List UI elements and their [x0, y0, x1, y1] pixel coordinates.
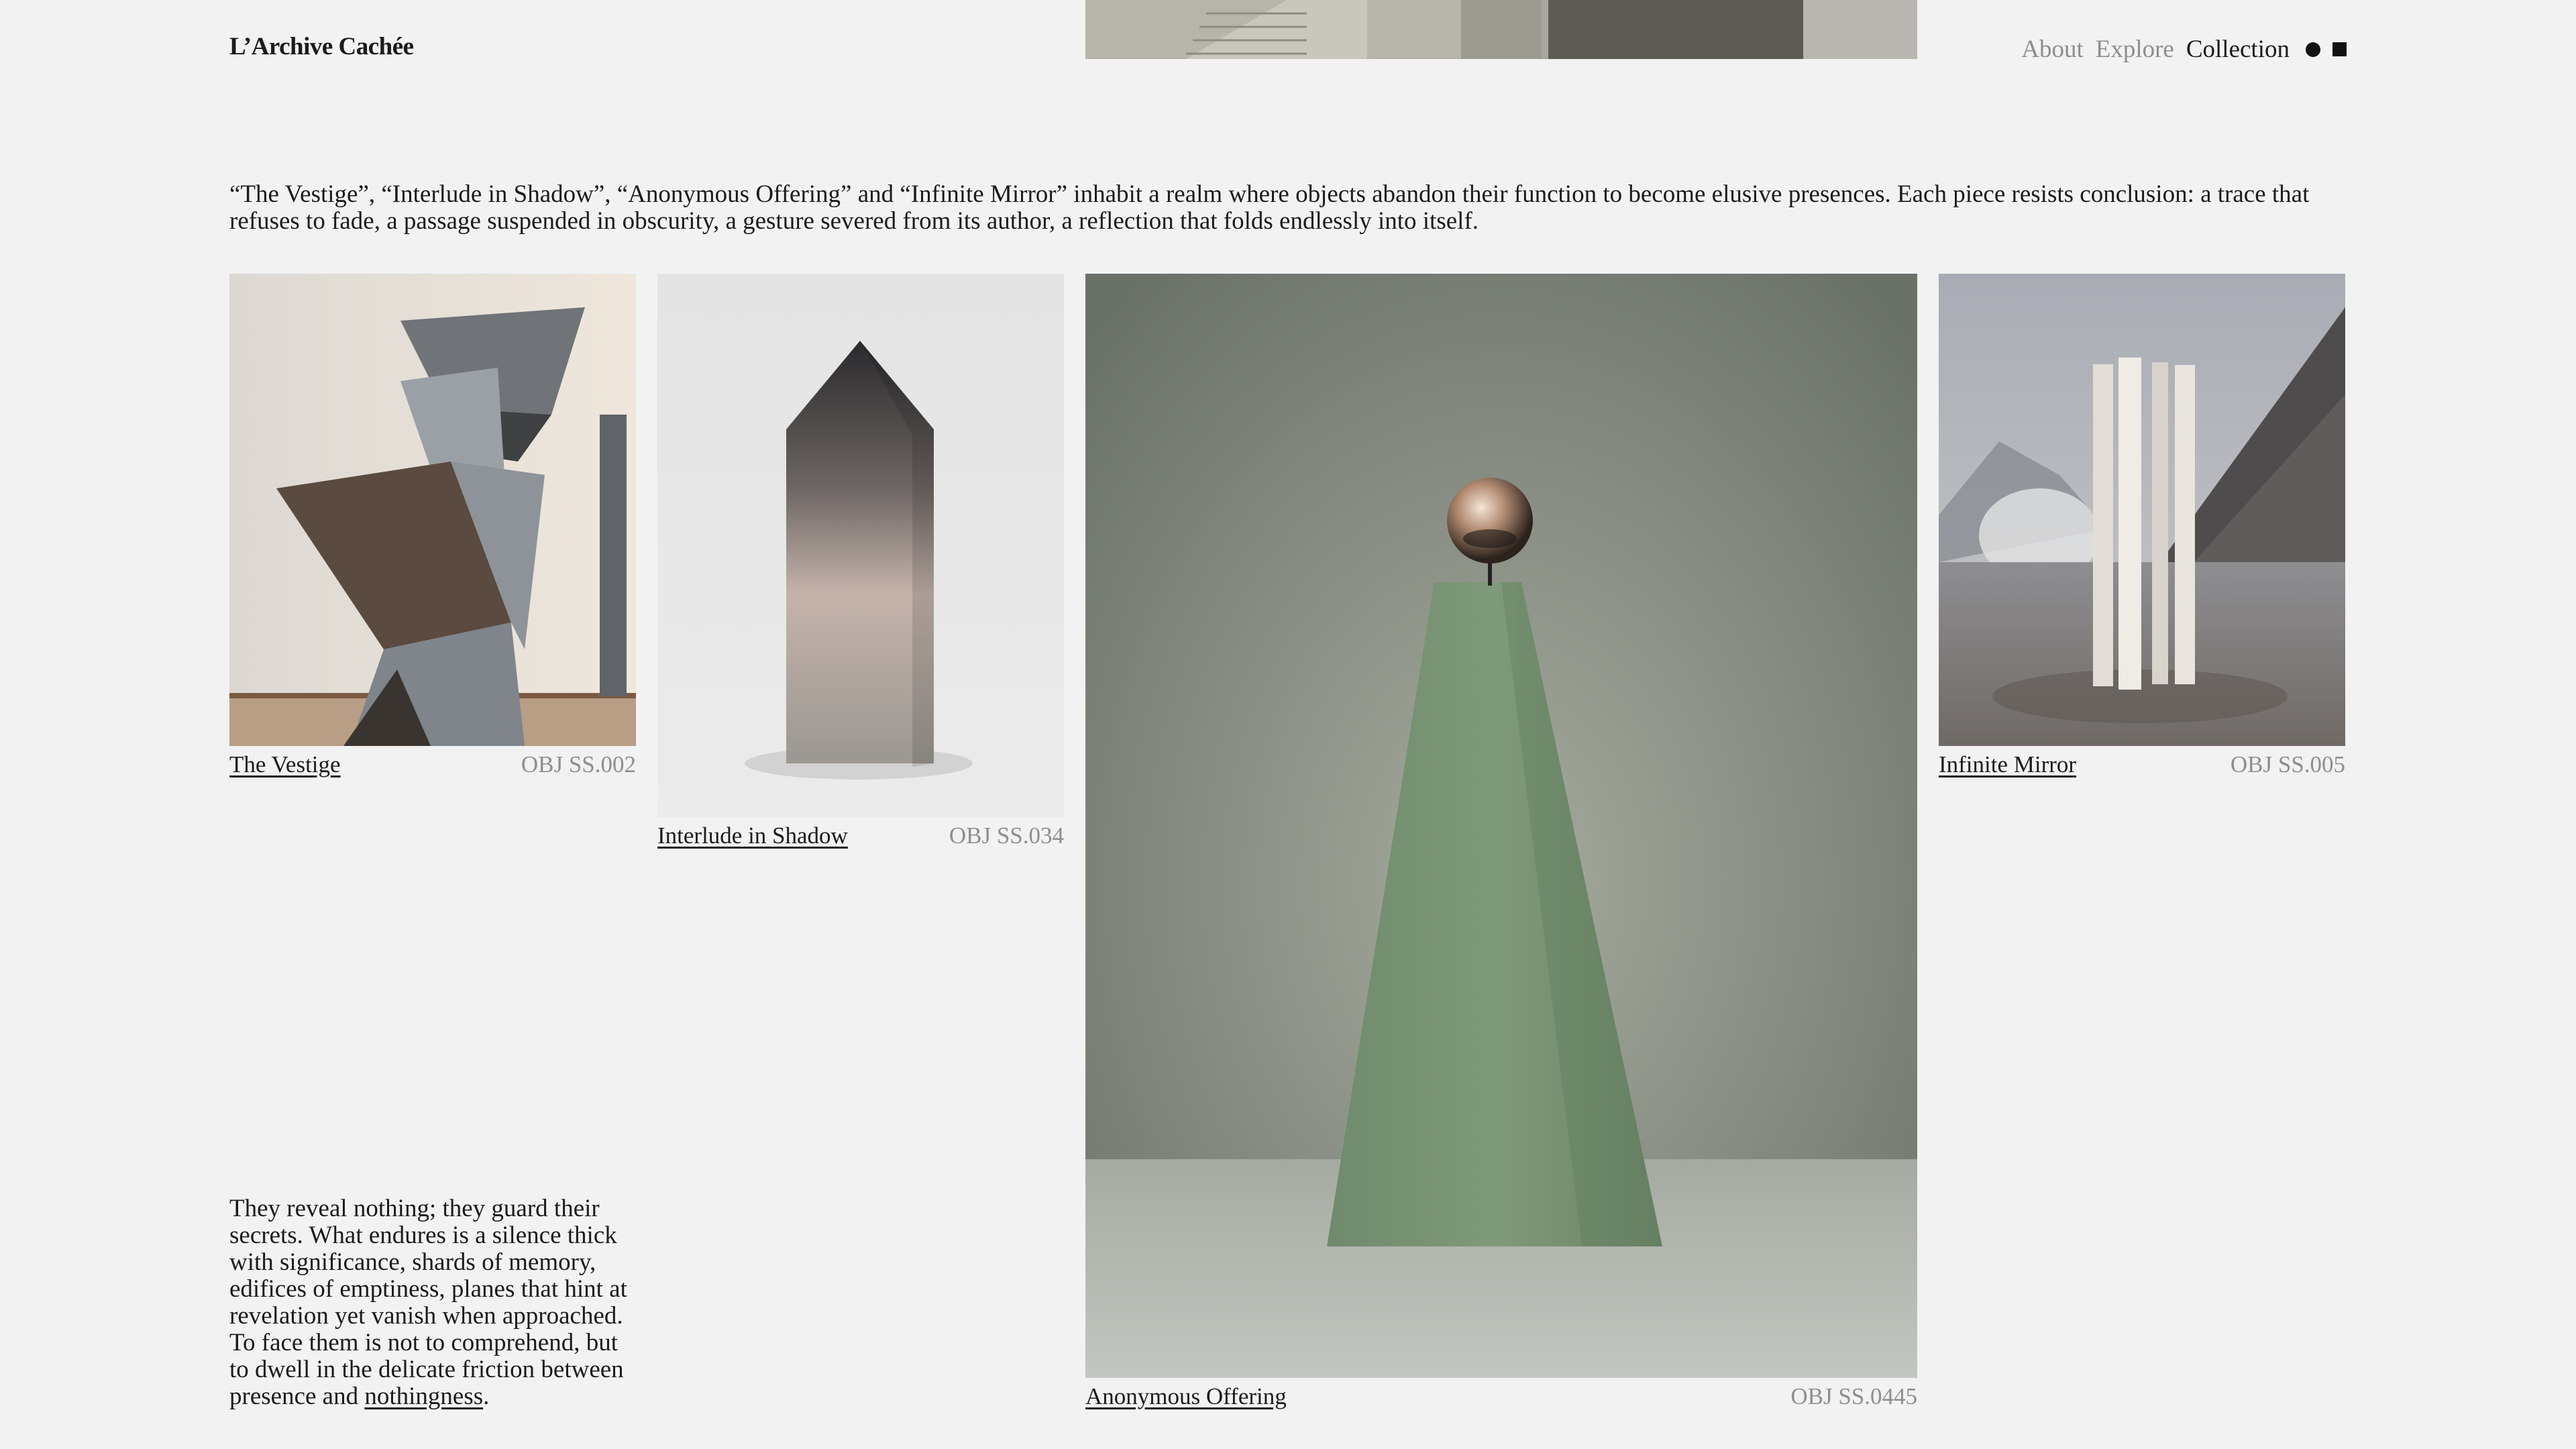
site-logo[interactable]: L’Archive Cachée: [229, 32, 414, 61]
main-nav: About Explore Collection: [2021, 35, 2347, 64]
nav-about-link[interactable]: About: [2021, 35, 2084, 64]
interlude-caption: Interlude in Shadow OBJ SS.034: [657, 822, 1064, 849]
vestige-code: OBJ SS.002: [521, 751, 636, 777]
mirror-caption: Infinite Mirror OBJ SS.005: [1939, 751, 2345, 778]
interlude-title-link[interactable]: Interlude in Shadow: [657, 822, 848, 849]
mirror-code: OBJ SS.005: [2230, 751, 2345, 777]
interlude-code: OBJ SS.034: [949, 822, 1064, 849]
outro-end: .: [483, 1383, 490, 1410]
nothingness-link[interactable]: nothingness: [364, 1383, 483, 1410]
offering-image[interactable]: [1085, 274, 1917, 1378]
outro-paragraph: They reveal nothing; they guard their se…: [229, 1195, 639, 1410]
vestige-title-link[interactable]: The Vestige: [229, 751, 341, 778]
square-view-icon[interactable]: [2332, 42, 2347, 56]
mirror-title-link[interactable]: Infinite Mirror: [1939, 751, 2076, 778]
top-banner-image[interactable]: [1085, 0, 1917, 59]
nav-explore-link[interactable]: Explore: [2096, 35, 2174, 64]
circle-view-icon[interactable]: [2306, 42, 2320, 57]
nav-collection-link[interactable]: Collection: [2186, 35, 2290, 64]
intro-paragraph: “The Vestige”, “Interlude in Shadow”, “A…: [229, 180, 2310, 235]
mirror-image[interactable]: [1939, 274, 2345, 746]
offering-code: OBJ SS.0445: [1790, 1383, 1917, 1409]
offering-caption: Anonymous Offering OBJ SS.0445: [1085, 1383, 1917, 1410]
vestige-image[interactable]: [229, 274, 636, 746]
offering-title-link[interactable]: Anonymous Offering: [1085, 1383, 1287, 1410]
vestige-caption: The Vestige OBJ SS.002: [229, 751, 636, 778]
outro-text: They reveal nothing; they guard their se…: [229, 1195, 627, 1410]
interlude-image[interactable]: [657, 274, 1064, 817]
